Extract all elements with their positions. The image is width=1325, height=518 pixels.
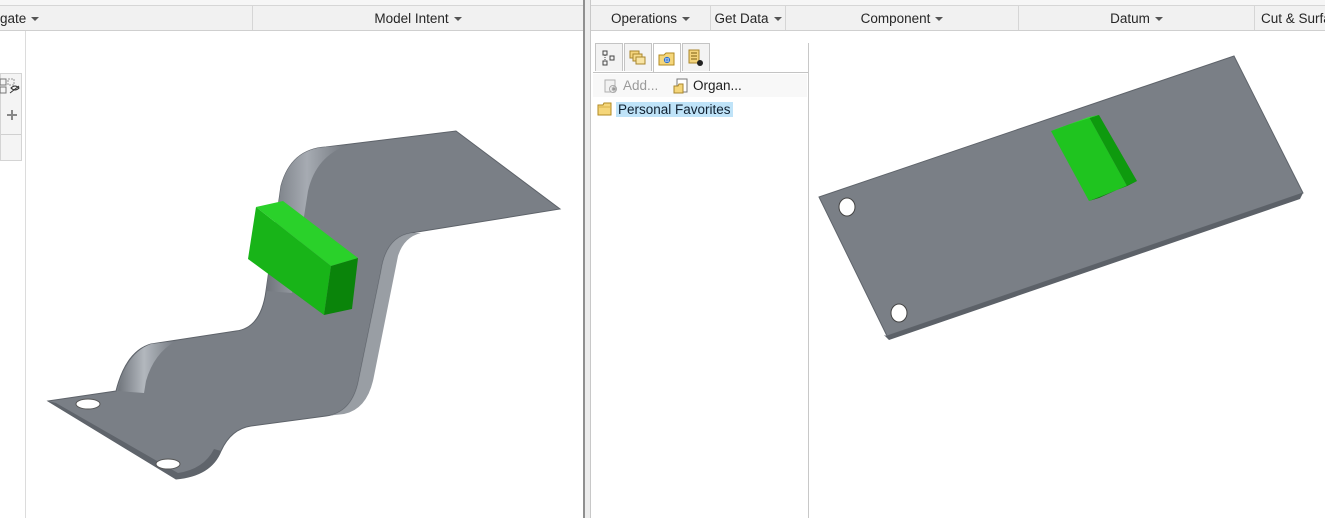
- organize-button[interactable]: Organ...: [673, 76, 742, 95]
- tree-item-personal-favorites[interactable]: Personal Favorites: [597, 100, 733, 118]
- tab-favorites[interactable]: [653, 43, 681, 73]
- right-window: Operations Get Data Component Datum Cut …: [591, 0, 1325, 518]
- chevron-down-icon: [682, 16, 691, 21]
- navigator-tab-panel: [0, 73, 22, 161]
- mounting-hole: [890, 303, 908, 323]
- chevron-down-icon: [773, 16, 782, 21]
- favorites-folder-icon: [658, 52, 675, 65]
- navigator-panel: ✱ Add... Organ... Personal Favorites: [593, 43, 809, 518]
- graphics-viewport-left[interactable]: [26, 31, 583, 518]
- group-cut-surface[interactable]: Cut & Surfa: [1255, 6, 1325, 30]
- chevron-down-icon: [935, 16, 944, 21]
- mounting-hole: [155, 458, 181, 470]
- left-navigator-strip: [0, 31, 26, 518]
- group-operations[interactable]: Operations: [591, 6, 711, 30]
- add-label: Add...: [623, 78, 659, 93]
- ribbon-group-bar: gate Model Intent: [0, 5, 583, 31]
- divider: [593, 72, 808, 73]
- svg-text:✱: ✱: [611, 85, 617, 93]
- group-label: Model Intent: [374, 10, 449, 26]
- feature-list-icon: [688, 49, 703, 66]
- group-model-intent[interactable]: Model Intent: [253, 6, 583, 30]
- tab-layers[interactable]: [624, 43, 652, 71]
- settings-filter-icon[interactable]: [0, 76, 22, 106]
- window-splitter[interactable]: [583, 0, 591, 518]
- graphics-viewport-right[interactable]: [809, 31, 1325, 518]
- tab-feature-list[interactable]: [682, 43, 710, 71]
- organize-icon: [673, 78, 688, 93]
- ribbon-group-bar: Operations Get Data Component Datum Cut …: [591, 5, 1325, 31]
- mounting-hole: [75, 398, 101, 410]
- organize-label: Organ...: [693, 78, 742, 93]
- flat-pattern-model[interactable]: [809, 31, 1325, 518]
- add-button[interactable]: ✱ Add...: [603, 76, 658, 95]
- group-get-data[interactable]: Get Data: [711, 6, 786, 30]
- group-label: Cut & Surfa: [1261, 10, 1325, 26]
- folder-icon: [597, 102, 612, 116]
- group-navigate[interactable]: gate: [0, 6, 253, 30]
- divider: [1, 134, 21, 135]
- chevron-down-icon: [453, 16, 462, 21]
- group-label: Get Data: [714, 10, 769, 26]
- left-window: gate Model Intent: [0, 0, 583, 518]
- group-label: Component: [860, 10, 931, 26]
- mounting-hole: [838, 197, 856, 217]
- plus-icon[interactable]: [5, 108, 19, 122]
- chevron-down-icon: [1154, 16, 1163, 21]
- group-label: Datum: [1110, 10, 1150, 26]
- group-datum[interactable]: Datum: [1019, 6, 1255, 30]
- group-component[interactable]: Component: [786, 6, 1019, 30]
- tab-model-tree[interactable]: [595, 43, 623, 71]
- group-label: gate: [0, 10, 27, 26]
- chevron-down-icon: [31, 16, 40, 21]
- sheetmetal-bracket-model[interactable]: [26, 31, 583, 518]
- model-tree-icon: [602, 50, 615, 65]
- add-favorite-icon: ✱: [604, 79, 617, 93]
- favorites-toolbar: ✱ Add... Organ...: [593, 74, 807, 97]
- group-label: Operations: [610, 10, 678, 26]
- layers-icon: [629, 50, 646, 64]
- tree-item-label: Personal Favorites: [616, 101, 733, 117]
